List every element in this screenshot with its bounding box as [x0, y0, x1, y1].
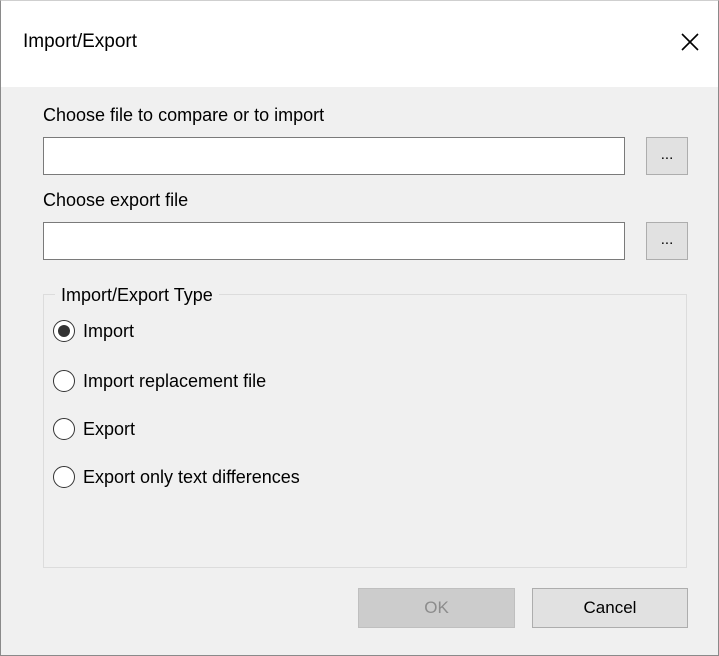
- radio-button[interactable]: [53, 418, 75, 440]
- export-file-label: Choose export file: [43, 190, 189, 210]
- radio-label: Export only text differences: [83, 466, 300, 487]
- radio-label: Import replacement file: [83, 370, 267, 391]
- radio-selected-dot: [58, 325, 70, 337]
- export-file-input[interactable]: [43, 222, 625, 260]
- window-title: Import/Export: [23, 31, 138, 52]
- radio-label: Export: [83, 418, 136, 439]
- export-browse-button[interactable]: ...: [646, 222, 688, 260]
- radio-button[interactable]: [53, 370, 75, 392]
- radio-export-text-differences[interactable]: Export only text differences: [53, 466, 300, 488]
- title-bar: Import/Export: [1, 1, 718, 87]
- radio-import-replacement[interactable]: Import replacement file: [53, 370, 266, 392]
- radio-label: Import: [83, 320, 135, 341]
- type-group-legend: Import/Export Type: [55, 285, 219, 306]
- close-button[interactable]: [673, 25, 707, 59]
- cancel-button[interactable]: Cancel: [532, 588, 688, 628]
- type-groupbox: [43, 294, 687, 568]
- close-icon: [681, 33, 699, 51]
- import-file-input[interactable]: [43, 137, 625, 175]
- radio-import[interactable]: Import: [53, 320, 134, 342]
- radio-button[interactable]: [53, 466, 75, 488]
- radio-export[interactable]: Export: [53, 418, 135, 440]
- import-export-dialog: Import/Export Choose file to compare or …: [0, 0, 719, 656]
- ok-button[interactable]: OK: [358, 588, 515, 628]
- import-file-label: Choose file to compare or to import: [43, 105, 325, 125]
- radio-button[interactable]: [53, 320, 75, 342]
- import-browse-button[interactable]: ...: [646, 137, 688, 175]
